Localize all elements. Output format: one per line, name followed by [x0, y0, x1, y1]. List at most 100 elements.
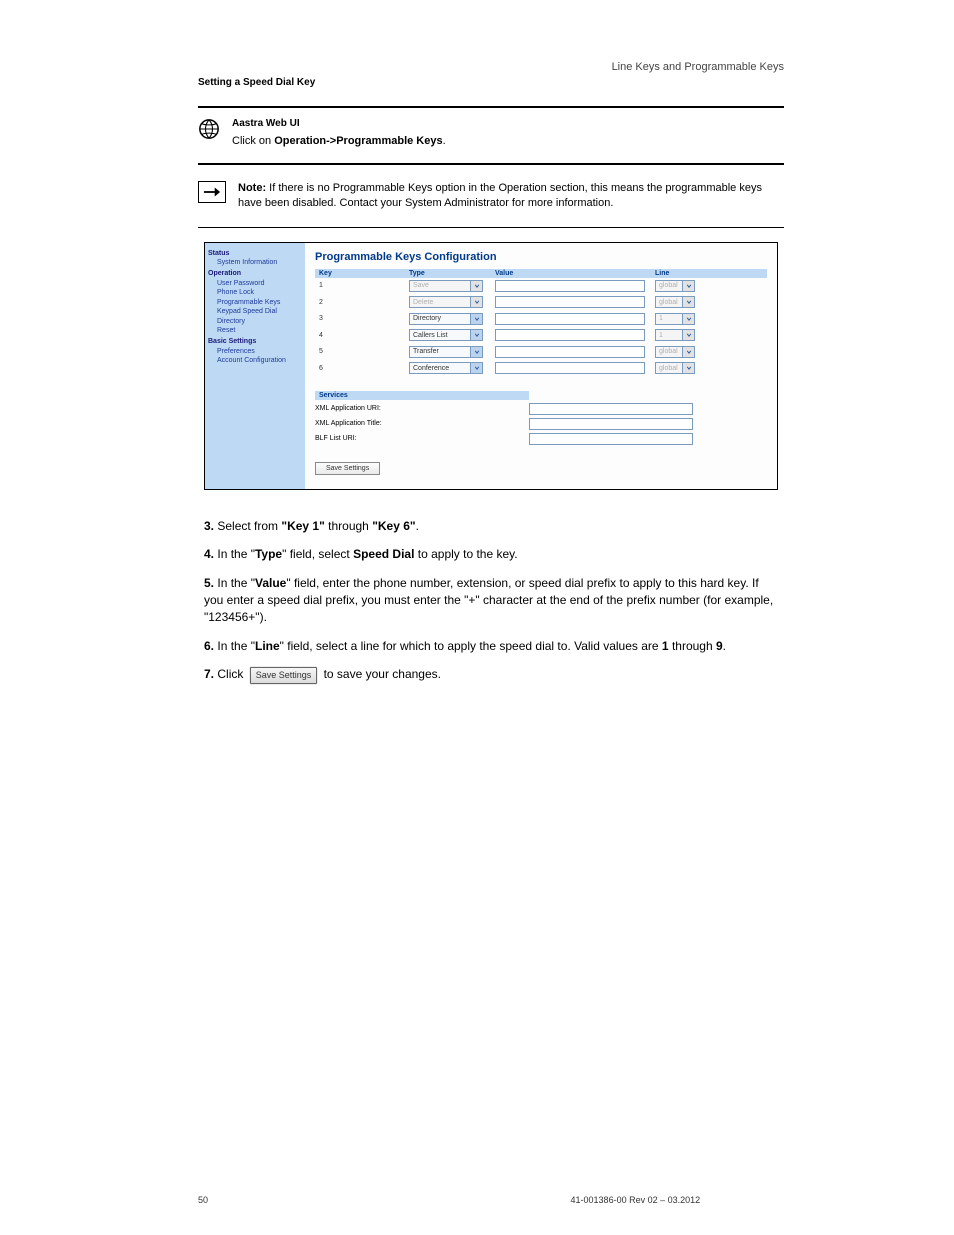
blf-list-uri-input[interactable]: [529, 433, 693, 445]
key-number: 6: [315, 365, 409, 372]
step-text: In the ": [217, 547, 255, 561]
sidebar-item[interactable]: Directory: [208, 317, 302, 326]
table-row: 5Transfer global: [315, 344, 767, 361]
step-text: In the ": [217, 576, 255, 590]
chevron-down-icon: [683, 329, 695, 341]
th-type: Type: [409, 270, 495, 277]
sidebar-item[interactable]: User Password: [208, 279, 302, 288]
page-number: 50: [198, 1195, 208, 1205]
table-row: 3Directory 1: [315, 311, 767, 328]
th-value: Value: [495, 270, 655, 277]
sidebar-item[interactable]: Reset: [208, 326, 302, 335]
globe-icon: [198, 118, 220, 143]
content-pane: Programmable Keys Configuration Key Type…: [305, 243, 777, 489]
step-text: to save your changes.: [320, 667, 441, 681]
field-name: Value: [255, 576, 286, 590]
value-input[interactable]: [495, 329, 645, 341]
sidebar-system-info[interactable]: System Information: [208, 258, 302, 267]
chevron-down-icon: [471, 362, 483, 374]
chevron-down-icon: [683, 313, 695, 325]
line-select: 1: [655, 313, 705, 325]
field-name: Type: [255, 547, 282, 561]
chevron-down-icon: [683, 296, 695, 308]
step-key: "Key 1": [281, 519, 324, 533]
step-key: "Key 6": [372, 519, 415, 533]
divider: [198, 227, 784, 228]
field-value: Speed Dial: [353, 547, 414, 561]
value-input[interactable]: [495, 346, 645, 358]
chevron-down-icon: [471, 313, 483, 325]
divider: [198, 163, 784, 165]
section-title: Setting a Speed Dial Key: [198, 77, 784, 88]
chevron-down-icon: [683, 346, 695, 358]
value-input[interactable]: [495, 362, 645, 374]
chevron-down-icon: [683, 362, 695, 374]
field-name: Line: [255, 639, 280, 653]
step-text: to apply to the key.: [414, 547, 517, 561]
th-line: Line: [655, 270, 705, 277]
sidebar-operation[interactable]: Operation: [208, 269, 302, 278]
step-text: through: [328, 519, 372, 533]
xml-app-title-label: XML Application Title:: [315, 420, 529, 427]
sidebar-status[interactable]: Status: [208, 249, 302, 258]
table-row: 2Delete global: [315, 294, 767, 311]
type-select[interactable]: Transfer: [409, 346, 495, 358]
sidebar-item[interactable]: Account Configuration: [208, 356, 302, 365]
divider: [198, 106, 784, 108]
xml-app-uri-input[interactable]: [529, 403, 693, 415]
webui-screenshot: Status System Information Operation User…: [204, 242, 778, 490]
key-number: 3: [315, 315, 409, 322]
step-label: 6.: [204, 639, 214, 653]
note-text: If there is no Programmable Keys option …: [238, 182, 762, 209]
chevron-down-icon: [683, 280, 695, 292]
xml-app-uri-label: XML Application URI:: [315, 405, 529, 412]
chevron-down-icon: [471, 280, 483, 292]
step-text: " field, enter the phone number, extensi…: [204, 576, 773, 624]
step-text: " field, select: [282, 547, 353, 561]
th-key: Key: [315, 270, 409, 277]
sidebar: Status System Information Operation User…: [205, 243, 305, 489]
line-select: global: [655, 280, 705, 292]
type-select[interactable]: Directory: [409, 313, 495, 325]
page-title: Programmable Keys Configuration: [315, 251, 767, 263]
step-label: 7.: [204, 667, 214, 681]
sidebar-item[interactable]: Programmable Keys: [208, 298, 302, 307]
sidebar-item[interactable]: Keypad Speed Dial: [208, 307, 302, 316]
aastra-web-ui-label: Aastra Web UI: [232, 118, 784, 129]
key-number: 5: [315, 348, 409, 355]
services-header: Services: [315, 391, 529, 400]
value: 1: [662, 639, 669, 653]
line-select: global: [655, 346, 705, 358]
key-number: 4: [315, 332, 409, 339]
doc-rev: 41-001386-00 Rev 02 – 03.2012: [571, 1195, 701, 1205]
chevron-down-icon: [471, 329, 483, 341]
type-select[interactable]: Conference: [409, 362, 495, 374]
sidebar-item[interactable]: Preferences: [208, 347, 302, 356]
step-text: Click: [217, 667, 246, 681]
step-text: " field, select a line for which to appl…: [280, 639, 662, 653]
value-input[interactable]: [495, 296, 645, 308]
step-label: 4.: [204, 547, 214, 561]
blf-list-uri-label: BLF List URI:: [315, 435, 529, 442]
step-text: In the ": [217, 639, 255, 653]
key-number: 2: [315, 299, 409, 306]
chevron-down-icon: [471, 296, 483, 308]
table-row: 6Conference global: [315, 360, 767, 377]
value-input[interactable]: [495, 280, 645, 292]
line-select: global: [655, 296, 705, 308]
type-select: Delete: [409, 296, 495, 308]
table-row: 4Callers List1: [315, 327, 767, 344]
type-select[interactable]: Callers List: [409, 329, 495, 341]
step-text: through: [669, 639, 716, 653]
sidebar-basic-settings[interactable]: Basic Settings: [208, 337, 302, 346]
step-label: 3.: [204, 519, 214, 533]
line-select: global: [655, 362, 705, 374]
header-breadcrumb: Line Keys and Programmable Keys: [198, 60, 784, 75]
save-settings-button[interactable]: Save Settings: [315, 462, 380, 475]
footer: 50 41-001386-00 Rev 02 – 03.2012: [198, 1195, 700, 1205]
sidebar-item[interactable]: Phone Lock: [208, 288, 302, 297]
step-label: 5.: [204, 576, 214, 590]
xml-app-title-input[interactable]: [529, 418, 693, 430]
key-number: 1: [315, 282, 409, 289]
value-input[interactable]: [495, 313, 645, 325]
